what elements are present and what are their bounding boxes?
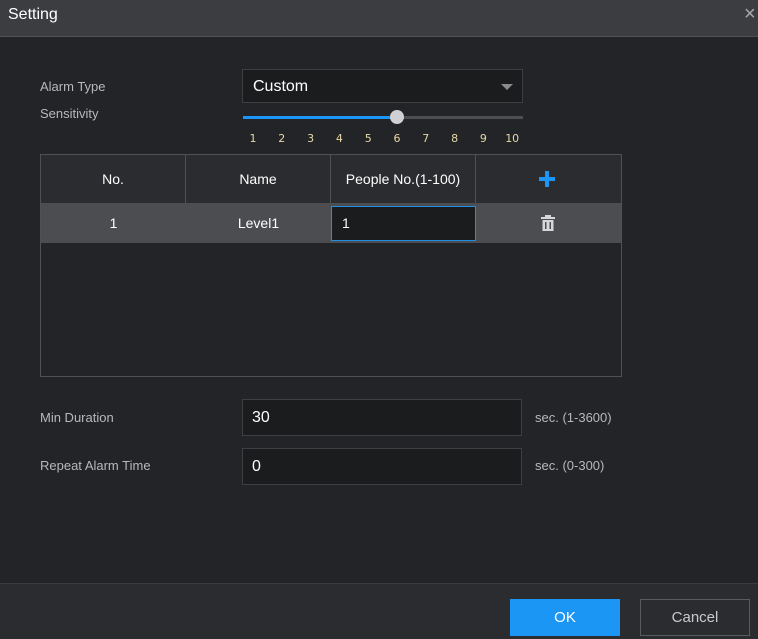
sensitivity-tick-7: 7 [422,132,430,145]
slider-handle[interactable] [390,110,404,124]
cancel-button[interactable]: Cancel [640,599,750,636]
header-no: No. [41,155,186,203]
header-people-no: People No.(1-100) [331,155,476,203]
alarm-type-select[interactable]: Custom [242,69,523,103]
min-duration-label: Min Duration [40,410,114,425]
close-icon[interactable]: × [744,4,756,24]
title-bar: Setting × [0,0,758,37]
table-row[interactable]: 1 Level1 1 [41,203,621,243]
min-duration-input[interactable]: 30 [242,399,522,436]
sensitivity-tick-4: 4 [335,132,343,145]
sensitivity-label: Sensitivity [40,106,99,121]
repeat-alarm-input[interactable]: 0 [242,448,522,485]
sensitivity-tick-9: 9 [479,132,487,145]
sensitivity-tick-1: 1 [249,132,257,145]
repeat-alarm-unit: sec. (0-300) [535,458,605,473]
sensitivity-tick-5: 5 [364,132,372,145]
people-level-table: No. Name People No.(1-100) 1 Level1 1 [40,154,622,377]
slider-fill [243,116,397,119]
min-duration-value: 30 [252,409,270,426]
repeat-alarm-value: 0 [252,458,261,475]
sensitivity-tick-10: 10 [505,132,520,145]
min-duration-unit: sec. (1-3600) [535,410,612,425]
sensitivity-tick-3: 3 [307,132,315,145]
alarm-type-label: Alarm Type [40,79,106,94]
sensitivity-tick-6: 6 [393,132,401,145]
alarm-type-value: Custom [253,78,309,95]
table-header: No. Name People No.(1-100) [41,155,621,203]
people-no-input[interactable]: 1 [331,206,476,241]
ok-button[interactable]: OK [510,599,620,636]
sensitivity-tick-2: 2 [278,132,286,145]
plus-icon[interactable] [538,170,556,188]
sensitivity-slider[interactable]: 1 2 3 4 5 6 7 8 9 10 [243,110,523,148]
dialog-title: Setting [8,6,58,23]
sensitivity-tick-8: 8 [451,132,459,145]
header-add [476,155,621,203]
repeat-alarm-label: Repeat Alarm Time [40,458,151,473]
trash-icon[interactable] [541,215,555,231]
people-no-value: 1 [342,215,350,231]
chevron-down-icon [501,84,513,90]
row-name: Level1 [237,215,280,231]
header-name: Name [186,155,331,203]
row-no: 1 [109,215,118,231]
